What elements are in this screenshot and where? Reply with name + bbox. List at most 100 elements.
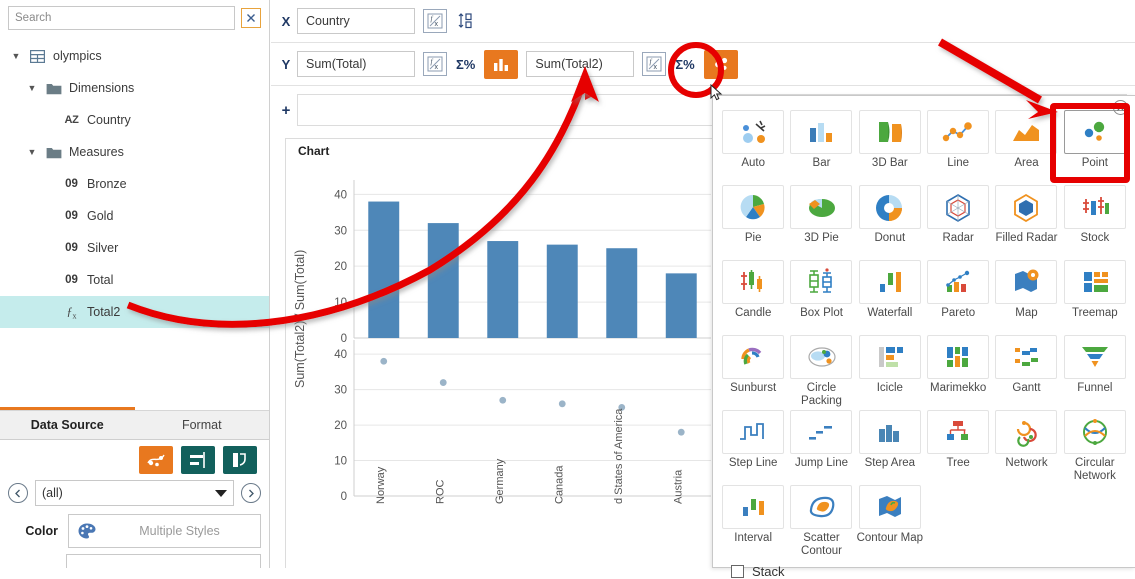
y-total-charttype-button[interactable] <box>484 49 519 79</box>
chart-type-pie[interactable]: Pie <box>719 185 787 260</box>
chart-type-label: Pie <box>744 232 762 244</box>
sort-button[interactable] <box>455 9 477 33</box>
y-axis-label: Sum(Total2) / Sum(Total) <box>293 250 307 388</box>
y-field-total[interactable]: Sum(Total) <box>297 51 415 77</box>
chart-type-candle[interactable]: Candle <box>719 260 787 335</box>
chart-type-tree[interactable]: Tree <box>924 410 992 485</box>
svg-text:x: x <box>654 64 658 71</box>
scatter-point[interactable] <box>499 396 507 404</box>
prev-value-button[interactable] <box>8 483 28 503</box>
chart-type-3d-pie[interactable]: 3D Pie <box>787 185 855 260</box>
chart-type-sunburst[interactable]: Sunburst <box>719 335 787 410</box>
interval-icon-box <box>722 485 785 529</box>
chart-type-icicle[interactable]: Icicle <box>856 335 924 410</box>
bar[interactable] <box>427 223 459 338</box>
disclosure-triangle-icon[interactable]: ▼ <box>26 83 38 93</box>
chart-type-step-area[interactable]: Step Area <box>856 410 924 485</box>
chart-type-step-line[interactable]: Step Line <box>719 410 787 485</box>
y-total-percent-button[interactable]: Σ% <box>455 57 476 72</box>
3d-pie-icon <box>809 198 836 217</box>
align-button[interactable] <box>181 446 215 474</box>
x-field-country[interactable]: Country <box>297 8 415 34</box>
chart-type-interval[interactable]: Interval <box>719 485 787 560</box>
tab-data-source[interactable]: Data Source <box>0 411 135 439</box>
chart-type-map[interactable]: Map <box>992 260 1060 335</box>
chart-type-label: Bar <box>812 157 831 169</box>
chart-canvas[interactable]: Sum(Total2) / Sum(Total) 0 10 20 30 40 0 10 20 30… <box>286 158 714 566</box>
search-input[interactable] <box>8 6 235 30</box>
tree-item-label: Bronze <box>87 177 127 191</box>
chart-type-jump-line[interactable]: Jump Line <box>787 410 855 485</box>
x-fx-button[interactable]: f x <box>423 9 447 33</box>
chart-type-marimekko[interactable]: Marimekko <box>924 335 992 410</box>
add-field-button[interactable]: + <box>275 102 297 119</box>
tree-item-silver[interactable]: 09 Silver <box>0 232 269 264</box>
chart-type-contour-map[interactable]: Contour Map <box>856 485 924 560</box>
bar[interactable] <box>546 244 578 338</box>
scatter-point[interactable] <box>439 379 447 386</box>
icicle-icon-box <box>858 335 921 379</box>
x-tick-label: Canada <box>553 465 565 504</box>
stack-checkbox[interactable] <box>731 565 744 578</box>
folder-icon <box>46 147 61 158</box>
bar[interactable] <box>487 241 519 338</box>
y-total-fx-button[interactable]: f x <box>423 52 447 76</box>
next-value-button[interactable] <box>241 483 261 503</box>
next-style-field-stub[interactable] <box>66 554 261 568</box>
chart-type-auto[interactable]: Auto <box>719 110 787 185</box>
bar[interactable] <box>606 248 638 338</box>
value-select[interactable]: (all) <box>35 480 234 506</box>
step-line-icon <box>740 423 765 440</box>
scatter-style-button[interactable] <box>139 446 173 474</box>
tree-item-measures[interactable]: ▼ Measures <box>0 136 269 168</box>
y-total2-fx-button[interactable]: f x <box>642 52 667 76</box>
chart-type-label: Jump Line <box>794 457 849 469</box>
tree-item-bronze[interactable]: 09 Bronze <box>0 168 269 200</box>
data-source-panel: ▼ olympics ▼ Dimensions AZ Country ▼ Measures 09… <box>0 0 270 568</box>
chart-type-box-plot[interactable]: Box Plot <box>787 260 855 335</box>
tree-item-gold[interactable]: 09 Gold <box>0 200 269 232</box>
chart-type-gantt[interactable]: Gantt <box>992 335 1060 410</box>
disclosure-triangle-icon[interactable]: ▼ <box>26 147 38 157</box>
chart-type-network[interactable]: Network <box>992 410 1060 485</box>
contour-map-icon <box>878 496 901 517</box>
chart-type-scatter-contour[interactable]: Scatter Contour <box>787 485 855 560</box>
chart-type-circular-network[interactable]: Circular Network <box>1061 410 1129 485</box>
clear-search-button[interactable] <box>241 8 261 28</box>
chart-type-label: Tree <box>946 457 970 469</box>
disclosure-triangle-icon[interactable]: ▼ <box>10 51 22 61</box>
chart-type-line[interactable]: Line <box>924 110 992 185</box>
circle-packing-icon-box <box>790 335 853 379</box>
chart-type-waterfall[interactable]: Waterfall <box>856 260 924 335</box>
chart-type-circle-packing[interactable]: Circle Packing <box>787 335 855 410</box>
chart-type-bar[interactable]: Bar <box>787 110 855 185</box>
bar[interactable] <box>368 201 400 338</box>
chart-type-label: 3D Pie <box>804 232 839 244</box>
y-tick-label: 30 <box>334 225 347 237</box>
color-field[interactable]: Multiple Styles <box>68 514 261 548</box>
tree-item-dimensions[interactable]: ▼ Dimensions <box>0 72 269 104</box>
jump-line-icon-box <box>790 410 853 454</box>
tree-item-olympics[interactable]: ▼ olympics <box>0 40 269 72</box>
chart-type-pareto[interactable]: Pareto <box>924 260 992 335</box>
chart-type-3d-bar[interactable]: 3D Bar <box>856 110 924 185</box>
chart-type-label: Treemap <box>1072 307 1118 319</box>
scatter-point[interactable] <box>677 428 685 436</box>
chart-type-donut[interactable]: Donut <box>856 185 924 260</box>
chart-type-treemap[interactable]: Treemap <box>1061 260 1129 335</box>
az-icon: AZ <box>64 114 79 126</box>
chart-type-stock[interactable]: Stock <box>1061 185 1129 260</box>
tree-item-total[interactable]: 09 Total <box>0 264 269 296</box>
chart-type-funnel[interactable]: Funnel <box>1061 335 1129 410</box>
tree-item-total2[interactable]: ƒx Total2 <box>0 296 269 328</box>
rotate-button[interactable] <box>223 446 257 474</box>
chart-type-filled-radar[interactable]: Filled Radar <box>992 185 1060 260</box>
tab-format[interactable]: Format <box>135 411 270 439</box>
sort-09-icon <box>458 13 472 29</box>
y-field-total2[interactable]: Sum(Total2) <box>526 51 635 77</box>
chart-type-radar[interactable]: Radar <box>924 185 992 260</box>
scatter-point[interactable] <box>380 357 388 365</box>
tree-item-country[interactable]: AZ Country <box>0 104 269 136</box>
bar[interactable] <box>665 273 697 338</box>
scatter-point[interactable] <box>558 400 566 408</box>
